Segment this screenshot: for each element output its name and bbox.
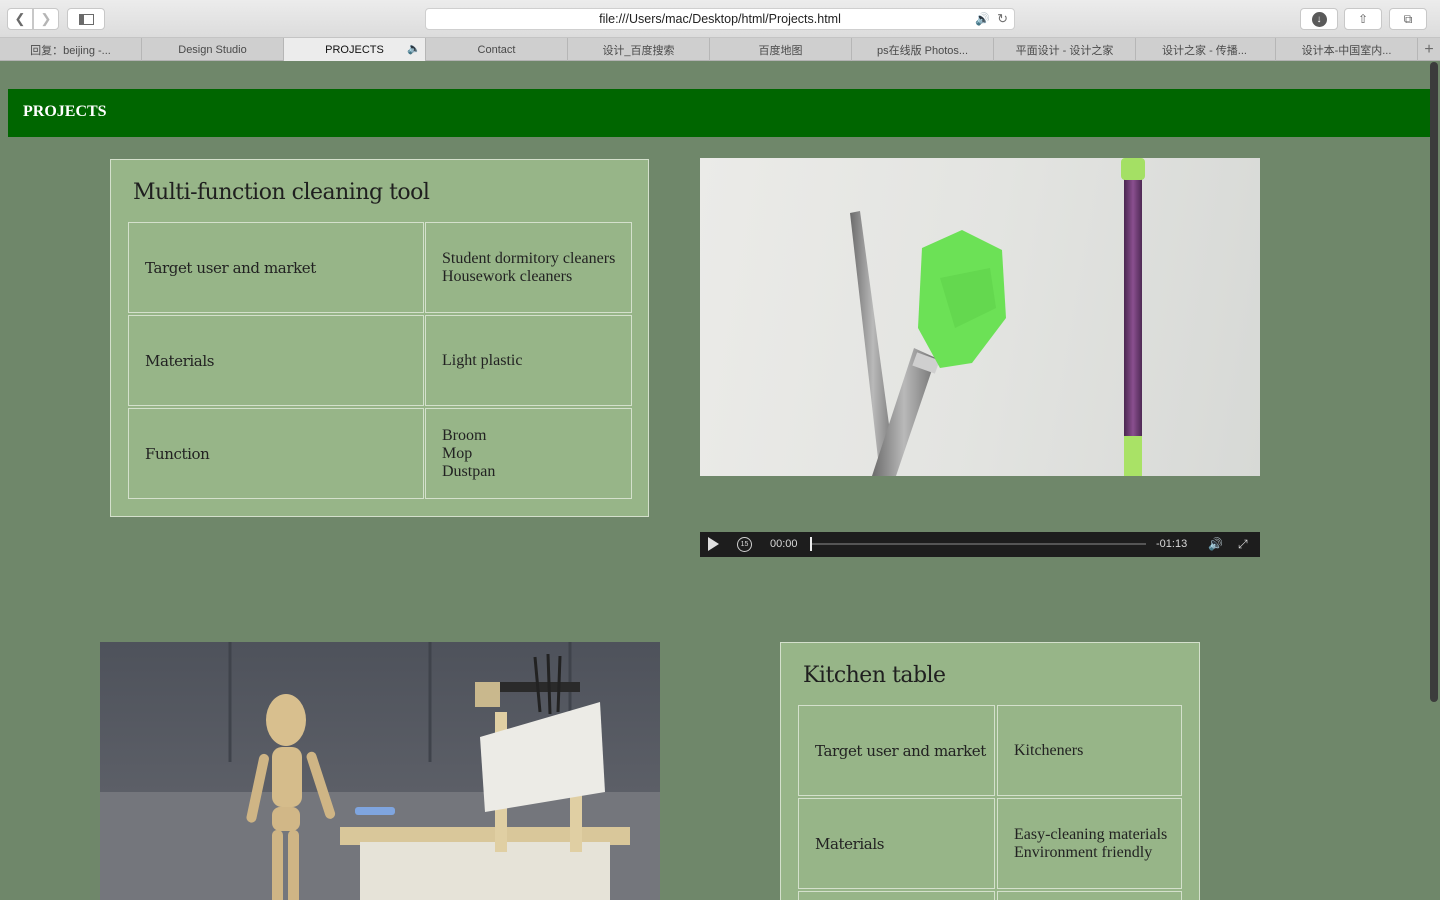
back-button[interactable]: ❮ [7,8,33,30]
tab-label: 百度地图 [758,44,803,57]
browser-toolbar: ❮ ❯ file:///Users/mac/Desktop/html/Proje… [0,0,1440,38]
project-title: Kitchen table [803,663,946,688]
url-text: file:///Users/mac/Desktop/html/Projects.… [599,12,841,26]
cleaning-tool-video[interactable] [700,158,1260,476]
speaker-icon[interactable]: 🔊 [975,12,990,26]
share-icon: ⇧ [1357,12,1369,26]
row-label: Materials [145,351,215,370]
plus-icon: + [1424,40,1434,58]
value-line: Environment friendly [1014,843,1153,861]
table-cell-key: Function [128,408,424,499]
table-cell-value: Student dormitory cleaners Housework cle… [425,222,632,313]
replay-seconds: 15 [740,541,749,548]
value-line: Student dormitory cleaners [442,249,616,267]
table-cell-key: Materials [798,798,995,889]
value-line: Easy-cleaning materials [1014,825,1168,843]
video-frame-kitchen-table [100,642,660,900]
row-label: Function [145,444,210,463]
tab-10[interactable]: 设计本-中国室内... [1276,38,1418,61]
tab-6[interactable]: 百度地图 [710,38,852,61]
remaining-time: -01:13 [1156,538,1188,550]
tab-5[interactable]: 设计_百度搜索 [568,38,710,61]
speaker-icon[interactable]: 🔈 [407,42,421,55]
current-time: 00:00 [770,538,798,550]
project-card-kitchen-table: Kitchen table Target user and market Kit… [780,642,1200,900]
project-title: Multi-function cleaning tool [133,180,430,205]
reload-icon[interactable]: ↻ [997,11,1008,27]
chevron-right-icon: ❯ [40,11,52,26]
tab-label: 设计之家 - 传播... [1162,44,1247,57]
fullscreen-icon[interactable]: ⤢ [1238,537,1248,552]
table-cell-key: Target user and market [798,705,995,796]
download-icon: ↓ [1311,11,1327,27]
value-line: Broom [442,426,487,444]
seek-handle[interactable] [810,537,812,551]
page-scrollbar[interactable] [1430,62,1438,702]
sidebar-toggle-button[interactable] [67,8,105,30]
downloads-button[interactable]: ↓ [1300,8,1338,30]
tab-1[interactable]: 回复：beijing -... [0,38,142,61]
tab-9[interactable]: 设计之家 - 传播... [1134,38,1276,61]
value-line: Housework cleaners [442,267,573,285]
page-header: PROJECTS [8,89,1432,137]
video-controls: 15 00:00 -01:13 🔊 ⤢ [700,532,1260,557]
tab-label: 设计本-中国室内... [1301,44,1392,57]
tab-8[interactable]: 平面设计 - 设计之家 [994,38,1136,61]
tab-label: 设计_百度搜索 [602,44,675,57]
tab-2[interactable]: Design Studio [142,38,284,61]
value-line: Dustpan [442,462,496,480]
table-cell-value: Easy-cleaning materials Environment frie… [997,798,1182,889]
tab-label: Contact [477,43,516,56]
tab-overview-icon: ⧉ [1403,11,1413,26]
tab-bar: 回复：beijing -... Design Studio PROJECTS 🔈… [0,38,1440,61]
play-icon[interactable] [708,537,719,551]
table-cell-key [798,891,995,900]
tab-label: ps在线版 Photos... [876,44,969,57]
row-label: Target user and market [145,258,316,277]
seek-bar[interactable] [810,537,1146,551]
replay-icon[interactable]: 15 [737,537,752,552]
volume-icon[interactable]: 🔊 [1208,537,1223,551]
value-line: Kitcheners [1014,741,1084,759]
tab-label: 平面设计 - 设计之家 [1015,44,1114,57]
tab-3-active[interactable]: PROJECTS 🔈 [284,38,426,61]
row-label: Materials [815,834,885,853]
tab-overview-button[interactable]: ⧉ [1389,8,1427,30]
table-cell-key: Materials [128,315,424,406]
sidebar-icon [78,13,94,25]
tab-label: Design Studio [178,43,247,56]
table-cell-value: Kitcheners [997,705,1182,796]
page-title: PROJECTS [23,103,107,120]
share-button[interactable]: ⇧ [1344,8,1382,30]
table-cell-value [997,891,1182,900]
tab-4[interactable]: Contact [426,38,568,61]
row-label: Target user and market [815,741,986,760]
video-frame-cleaning-tool [850,158,1145,476]
tab-label: PROJECTS [325,43,384,56]
tab-label: 回复：beijing -... [30,44,111,57]
value-line: Mop [442,444,473,462]
value-line: Light plastic [442,351,523,369]
table-cell-value: Broom Mop Dustpan [425,408,632,499]
forward-button[interactable]: ❯ [33,8,59,30]
kitchen-table-video[interactable] [100,642,660,900]
address-bar[interactable]: file:///Users/mac/Desktop/html/Projects.… [425,8,1015,30]
project-card-cleaning-tool: Multi-function cleaning tool Target user… [110,159,649,517]
table-cell-value: Light plastic [425,315,632,406]
new-tab-button[interactable]: + [1418,38,1440,61]
chevron-left-icon: ❮ [14,11,26,26]
table-cell-key: Target user and market [128,222,424,313]
tab-7[interactable]: ps在线版 Photos... [852,38,994,61]
